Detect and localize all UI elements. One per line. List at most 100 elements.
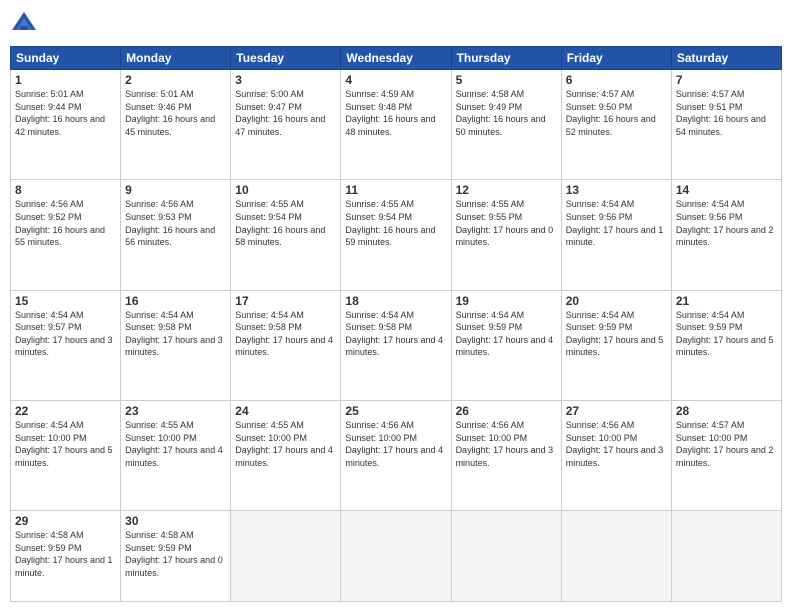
day-info: Sunrise: 5:00 AM Sunset: 9:47 PM Dayligh… [235, 88, 336, 138]
calendar-day-cell: 1 Sunrise: 5:01 AM Sunset: 9:44 PM Dayli… [11, 70, 121, 180]
sunrise-text: Sunrise: 4:54 AM [15, 420, 84, 430]
day-number: 14 [676, 183, 777, 197]
daylight-text: Daylight: 17 hours and 4 minutes. [125, 445, 223, 468]
calendar-day-cell: 2 Sunrise: 5:01 AM Sunset: 9:46 PM Dayli… [121, 70, 231, 180]
day-info: Sunrise: 4:56 AM Sunset: 9:53 PM Dayligh… [125, 198, 226, 248]
sunrise-text: Sunrise: 4:56 AM [345, 420, 414, 430]
empty-cell [671, 511, 781, 602]
sunrise-text: Sunrise: 4:59 AM [345, 89, 414, 99]
day-number: 2 [125, 73, 226, 87]
empty-cell [231, 511, 341, 602]
sunset-text: Sunset: 9:58 PM [235, 322, 302, 332]
day-info: Sunrise: 4:54 AM Sunset: 9:56 PM Dayligh… [676, 198, 777, 248]
day-info: Sunrise: 4:54 AM Sunset: 9:58 PM Dayligh… [125, 309, 226, 359]
daylight-text: Daylight: 16 hours and 48 minutes. [345, 114, 435, 137]
day-info: Sunrise: 4:58 AM Sunset: 9:59 PM Dayligh… [125, 529, 226, 579]
daylight-text: Daylight: 16 hours and 52 minutes. [566, 114, 656, 137]
daylight-text: Daylight: 16 hours and 56 minutes. [125, 225, 215, 248]
sunset-text: Sunset: 10:00 PM [125, 433, 197, 443]
day-number: 8 [15, 183, 116, 197]
empty-cell [341, 511, 451, 602]
weekday-header: Tuesday [231, 47, 341, 70]
sunset-text: Sunset: 10:00 PM [676, 433, 748, 443]
day-info: Sunrise: 4:54 AM Sunset: 9:59 PM Dayligh… [676, 309, 777, 359]
sunrise-text: Sunrise: 4:56 AM [566, 420, 635, 430]
daylight-text: Daylight: 17 hours and 3 minutes. [125, 335, 223, 358]
day-number: 16 [125, 294, 226, 308]
sunset-text: Sunset: 9:49 PM [456, 102, 523, 112]
calendar-day-cell: 10 Sunrise: 4:55 AM Sunset: 9:54 PM Dayl… [231, 180, 341, 290]
sunset-text: Sunset: 9:47 PM [235, 102, 302, 112]
weekday-header: Friday [561, 47, 671, 70]
day-info: Sunrise: 4:54 AM Sunset: 9:58 PM Dayligh… [235, 309, 336, 359]
calendar-week-row: 15 Sunrise: 4:54 AM Sunset: 9:57 PM Dayl… [11, 290, 782, 400]
day-info: Sunrise: 5:01 AM Sunset: 9:46 PM Dayligh… [125, 88, 226, 138]
sunrise-text: Sunrise: 4:58 AM [456, 89, 525, 99]
sunset-text: Sunset: 9:56 PM [566, 212, 633, 222]
day-info: Sunrise: 4:55 AM Sunset: 9:54 PM Dayligh… [235, 198, 336, 248]
calendar-day-cell: 19 Sunrise: 4:54 AM Sunset: 9:59 PM Dayl… [451, 290, 561, 400]
sunrise-text: Sunrise: 4:57 AM [676, 420, 745, 430]
calendar-day-cell: 21 Sunrise: 4:54 AM Sunset: 9:59 PM Dayl… [671, 290, 781, 400]
daylight-text: Daylight: 17 hours and 4 minutes. [235, 445, 333, 468]
day-number: 18 [345, 294, 446, 308]
sunrise-text: Sunrise: 4:54 AM [456, 310, 525, 320]
daylight-text: Daylight: 17 hours and 3 minutes. [566, 445, 664, 468]
sunset-text: Sunset: 9:51 PM [676, 102, 743, 112]
day-number: 7 [676, 73, 777, 87]
day-info: Sunrise: 4:54 AM Sunset: 9:59 PM Dayligh… [456, 309, 557, 359]
calendar-day-cell: 18 Sunrise: 4:54 AM Sunset: 9:58 PM Dayl… [341, 290, 451, 400]
daylight-text: Daylight: 17 hours and 5 minutes. [566, 335, 664, 358]
calendar-day-cell: 9 Sunrise: 4:56 AM Sunset: 9:53 PM Dayli… [121, 180, 231, 290]
day-number: 26 [456, 404, 557, 418]
calendar-day-cell: 13 Sunrise: 4:54 AM Sunset: 9:56 PM Dayl… [561, 180, 671, 290]
day-number: 21 [676, 294, 777, 308]
calendar-day-cell: 14 Sunrise: 4:54 AM Sunset: 9:56 PM Dayl… [671, 180, 781, 290]
logo-icon [10, 10, 38, 38]
day-info: Sunrise: 4:55 AM Sunset: 10:00 PM Daylig… [125, 419, 226, 469]
daylight-text: Daylight: 17 hours and 3 minutes. [456, 445, 554, 468]
sunset-text: Sunset: 9:57 PM [15, 322, 82, 332]
day-number: 9 [125, 183, 226, 197]
sunrise-text: Sunrise: 4:54 AM [235, 310, 304, 320]
day-info: Sunrise: 4:56 AM Sunset: 10:00 PM Daylig… [566, 419, 667, 469]
calendar-week-row: 22 Sunrise: 4:54 AM Sunset: 10:00 PM Day… [11, 400, 782, 510]
sunset-text: Sunset: 9:54 PM [345, 212, 412, 222]
weekday-header: Monday [121, 47, 231, 70]
sunset-text: Sunset: 9:50 PM [566, 102, 633, 112]
daylight-text: Daylight: 16 hours and 47 minutes. [235, 114, 325, 137]
sunset-text: Sunset: 9:56 PM [676, 212, 743, 222]
daylight-text: Daylight: 17 hours and 1 minute. [15, 555, 113, 578]
daylight-text: Daylight: 17 hours and 2 minutes. [676, 445, 774, 468]
sunrise-text: Sunrise: 4:54 AM [566, 199, 635, 209]
sunrise-text: Sunrise: 4:55 AM [456, 199, 525, 209]
daylight-text: Daylight: 16 hours and 55 minutes. [15, 225, 105, 248]
weekday-header: Wednesday [341, 47, 451, 70]
daylight-text: Daylight: 17 hours and 4 minutes. [456, 335, 554, 358]
sunrise-text: Sunrise: 4:55 AM [235, 199, 304, 209]
calendar-day-cell: 11 Sunrise: 4:55 AM Sunset: 9:54 PM Dayl… [341, 180, 451, 290]
day-info: Sunrise: 4:55 AM Sunset: 9:54 PM Dayligh… [345, 198, 446, 248]
daylight-text: Daylight: 17 hours and 4 minutes. [345, 445, 443, 468]
sunrise-text: Sunrise: 4:54 AM [676, 199, 745, 209]
day-number: 6 [566, 73, 667, 87]
sunset-text: Sunset: 10:00 PM [345, 433, 417, 443]
day-number: 13 [566, 183, 667, 197]
sunrise-text: Sunrise: 4:54 AM [566, 310, 635, 320]
calendar-day-cell: 3 Sunrise: 5:00 AM Sunset: 9:47 PM Dayli… [231, 70, 341, 180]
calendar-day-cell: 23 Sunrise: 4:55 AM Sunset: 10:00 PM Day… [121, 400, 231, 510]
sunset-text: Sunset: 9:46 PM [125, 102, 192, 112]
calendar-day-cell: 22 Sunrise: 4:54 AM Sunset: 10:00 PM Day… [11, 400, 121, 510]
daylight-text: Daylight: 16 hours and 58 minutes. [235, 225, 325, 248]
daylight-text: Daylight: 17 hours and 4 minutes. [345, 335, 443, 358]
daylight-text: Daylight: 16 hours and 54 minutes. [676, 114, 766, 137]
calendar-day-cell: 4 Sunrise: 4:59 AM Sunset: 9:48 PM Dayli… [341, 70, 451, 180]
sunrise-text: Sunrise: 4:56 AM [15, 199, 84, 209]
calendar-day-cell: 24 Sunrise: 4:55 AM Sunset: 10:00 PM Day… [231, 400, 341, 510]
sunset-text: Sunset: 9:59 PM [566, 322, 633, 332]
sunset-text: Sunset: 9:53 PM [125, 212, 192, 222]
sunrise-text: Sunrise: 5:01 AM [125, 89, 194, 99]
sunset-text: Sunset: 9:44 PM [15, 102, 82, 112]
page: SundayMondayTuesdayWednesdayThursdayFrid… [0, 0, 792, 612]
daylight-text: Daylight: 16 hours and 50 minutes. [456, 114, 546, 137]
